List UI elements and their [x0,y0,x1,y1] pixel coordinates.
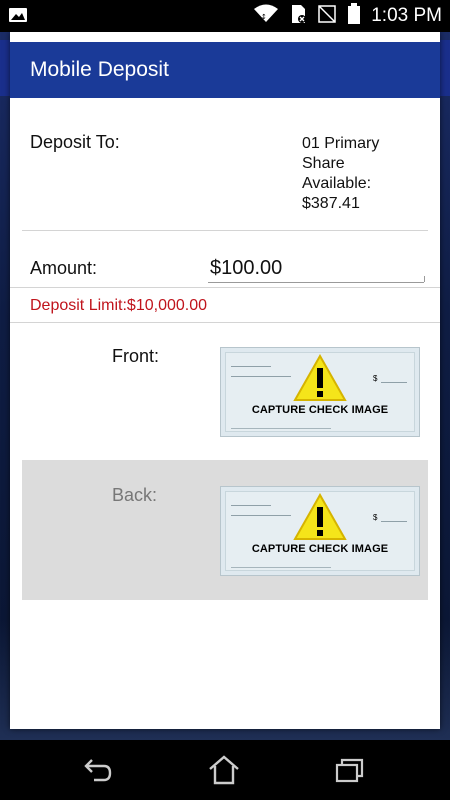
deposit-limit-text: Deposit Limit:$10,000.00 [30,297,207,314]
account-info[interactable]: 01 Primary Share Available: $387.41 [302,134,432,214]
status-bar: ↕ 1:03 PM [0,0,450,32]
front-capture-check-button[interactable]: $ CAPTURE CHECK IMAGE [220,347,420,437]
warning-icon [293,353,347,407]
wifi-icon: ↕ [253,4,279,29]
capture-caption: CAPTURE CHECK IMAGE [251,404,389,416]
divider [10,287,440,288]
navigation-bar [0,740,450,800]
sim-no-signal-icon [289,4,307,29]
account-line: 01 Primary [302,135,380,152]
divider [22,230,428,231]
check-dollar-sign: $ [373,374,378,383]
check-line [231,505,271,506]
amount-input-corner [420,276,425,282]
no-sim-icon [317,4,337,29]
mobile-deposit-dialog: Mobile Deposit Deposit To: 01 Primary Sh… [10,32,440,729]
check-micr-line [231,428,331,429]
recent-apps-icon[interactable] [332,754,368,786]
warning-icon [293,492,347,546]
check-line [231,376,291,377]
svg-text:↕: ↕ [261,13,267,21]
amount-label: Amount: [30,258,98,278]
check-dollar-sign: $ [373,513,378,522]
battery-icon [347,2,361,30]
account-line: Available: [302,175,372,192]
status-icons: ↕ 1:03 PM [253,0,442,32]
divider [10,322,440,323]
back-label: Back: [112,485,158,505]
check-line [231,366,271,367]
check-line [381,521,407,522]
deposit-to-label: Deposit To: [30,132,120,152]
amount-input[interactable] [208,254,424,283]
account-line: Share [302,155,345,172]
check-line [381,382,407,383]
check-micr-line [231,567,331,568]
home-icon[interactable] [206,754,242,786]
dialog-header: Mobile Deposit [10,42,440,98]
back-icon[interactable] [80,754,116,786]
status-time: 1:03 PM [371,5,442,26]
front-label: Front: [112,346,160,366]
image-icon [8,7,28,28]
capture-caption: CAPTURE CHECK IMAGE [251,543,389,555]
dialog-title: Mobile Deposit [30,58,169,81]
check-line [231,515,291,516]
back-capture-check-button[interactable]: $ CAPTURE CHECK IMAGE [220,486,420,576]
account-line: $387.41 [302,195,360,212]
